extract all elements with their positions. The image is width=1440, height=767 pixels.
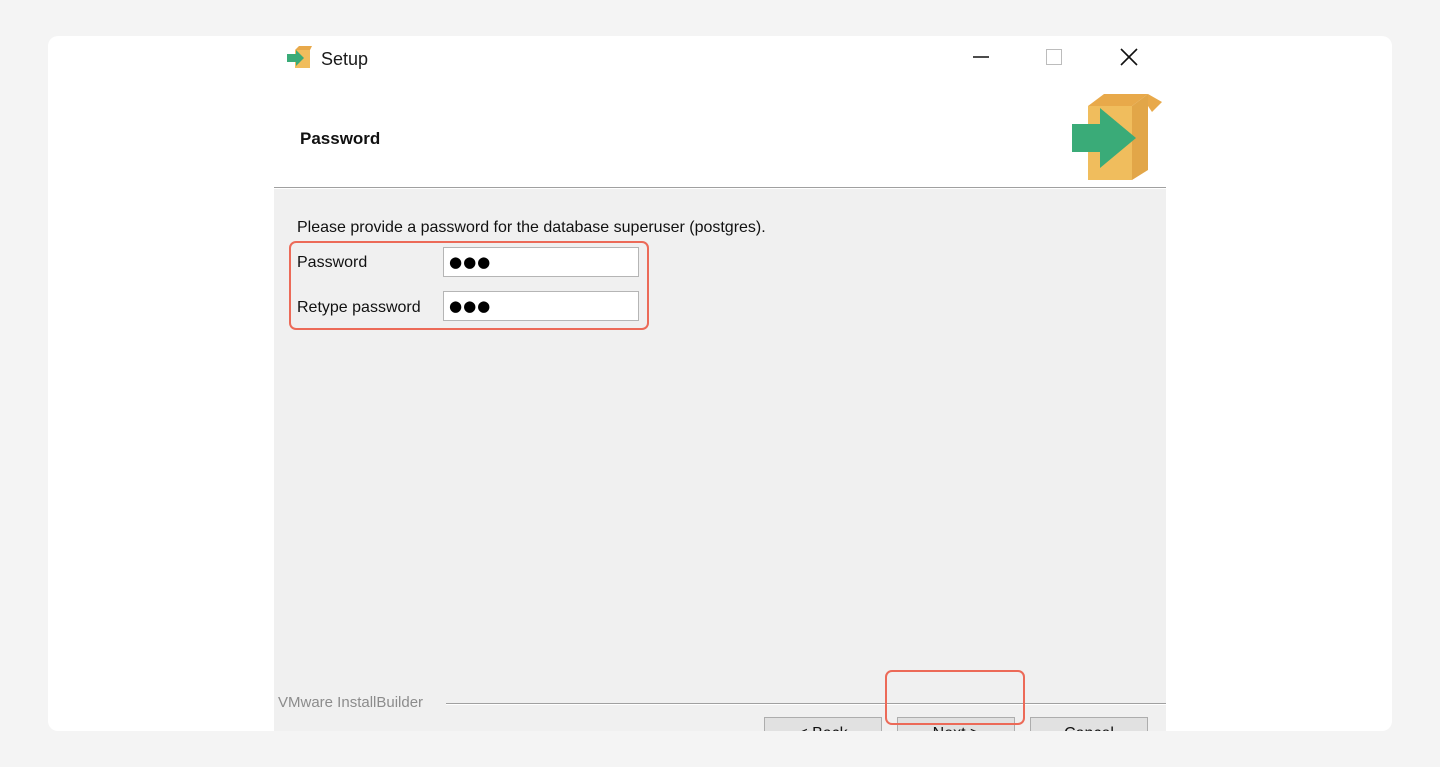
password-fields-highlight	[289, 241, 649, 330]
installer-box-arrow-icon	[286, 45, 312, 71]
maximize-icon	[1046, 48, 1062, 70]
window-title: Setup	[321, 49, 369, 69]
setup-window: Setup Password Please provide a password…	[274, 36, 1166, 731]
instruction-text: Please provide a password for the databa…	[297, 219, 766, 236]
page-header: Password	[274, 82, 1166, 187]
footer-brand: VMware InstallBuilder	[278, 694, 430, 711]
cancel-button[interactable]: Cancel	[1030, 717, 1148, 731]
footer-divider-highlight	[446, 704, 1166, 705]
minimize-icon	[973, 49, 989, 70]
title-bar[interactable]: Setup	[274, 36, 1166, 82]
next-button-highlight	[885, 670, 1025, 725]
installer-box-arrow-icon	[1066, 90, 1162, 184]
page-title: Password	[300, 129, 381, 148]
close-icon	[1120, 47, 1138, 71]
minimize-button[interactable]	[958, 42, 1004, 76]
back-button[interactable]: < Back	[764, 717, 882, 731]
close-button[interactable]	[1106, 42, 1152, 76]
maximize-button[interactable]	[1031, 42, 1077, 76]
